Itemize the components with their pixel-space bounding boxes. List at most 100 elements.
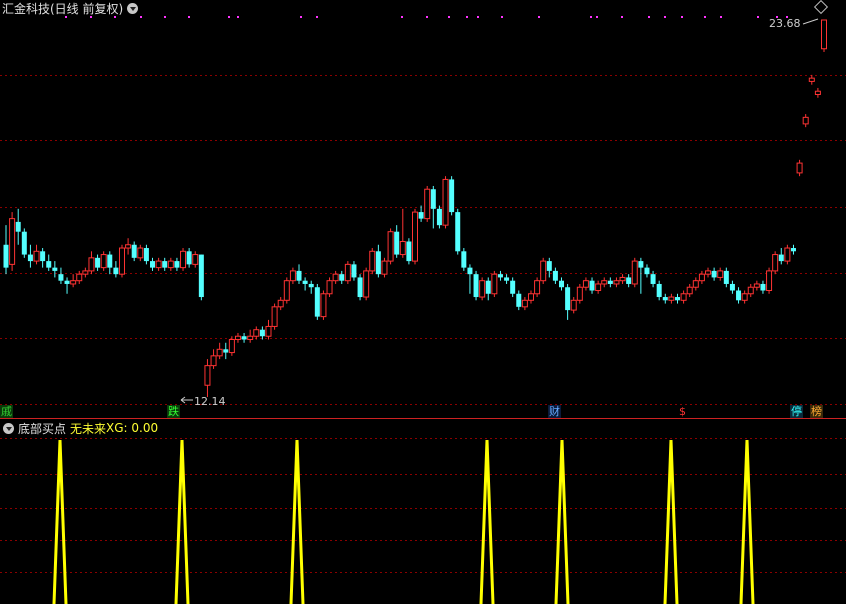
candle-body-up (271, 306, 278, 327)
candle-body-down (174, 261, 180, 268)
candle-body-down (351, 264, 357, 278)
candle-body-up (283, 280, 290, 301)
candle-body-up (619, 276, 626, 282)
candle-body-down (644, 267, 650, 275)
candle-body-up (717, 270, 724, 278)
candle-body-up (821, 19, 827, 50)
signal-dot (648, 16, 650, 18)
signal-dot (316, 16, 318, 18)
candle-body-up (534, 280, 541, 295)
candle-body-up (332, 273, 339, 282)
candle-body-down (15, 221, 21, 232)
indicator-name[interactable]: 底部买点 (18, 420, 66, 437)
signal-dot (757, 16, 759, 18)
candle-body-up (180, 250, 187, 269)
candle-body-up (234, 335, 241, 341)
candle-body-up (796, 162, 803, 174)
candle-body-up (70, 280, 77, 285)
candle-body-up (76, 273, 83, 282)
chart-canvas[interactable] (0, 0, 846, 604)
candle-body-down (790, 248, 796, 252)
candle-body-up (381, 260, 388, 275)
candle-body-down (607, 280, 613, 284)
candle-body-up (155, 260, 162, 269)
candle-body-down (674, 297, 680, 301)
candle-body-up (228, 339, 235, 354)
chevron-down-icon[interactable] (127, 2, 139, 14)
candle-body-down (552, 270, 558, 281)
candle-body-down (497, 274, 503, 278)
candle-body-down (449, 179, 455, 213)
signal-dot (621, 16, 623, 18)
high-price-label: 23.68 (769, 17, 801, 30)
candle-body-up (747, 286, 754, 295)
candle-body-up (802, 116, 809, 125)
candle-body-up (289, 270, 296, 282)
candle-body-down (436, 208, 442, 226)
signal-dot (426, 16, 428, 18)
candle-body-down (504, 277, 510, 281)
candle-body-up (613, 280, 620, 285)
candle-body-down (650, 274, 656, 284)
event-marker-ting[interactable]: 停 (790, 405, 803, 418)
candle-body-down (638, 261, 644, 268)
chevron-down-icon[interactable] (3, 422, 14, 434)
event-marker-bang[interactable]: 榜 (810, 405, 823, 418)
candle-body-up (320, 293, 327, 318)
candle-body-up (253, 329, 260, 337)
candle-body-up (631, 260, 638, 285)
candle-body-down (131, 244, 137, 258)
candle-body-down (40, 251, 46, 262)
candle-body-down (430, 189, 436, 209)
event-marker-cai[interactable]: 财 (548, 405, 561, 418)
signal-dot (590, 16, 592, 18)
signal-dot (228, 16, 230, 18)
stock-chart[interactable]: 汇金科技(日线 前复权) 23.68 12.14 戚 跌 财 $ 停 榜 底部买… (0, 0, 846, 604)
signal-dot (448, 16, 450, 18)
candle-body-down (296, 270, 302, 281)
candle-body-down (394, 231, 400, 255)
candle-body-down (223, 349, 229, 353)
signal-dot (466, 16, 468, 18)
candle-body-up (784, 247, 791, 262)
signal-dot (401, 16, 403, 18)
candle-body-down (3, 244, 9, 268)
candle-body-up (521, 299, 528, 308)
candle-body-down (656, 283, 662, 298)
candle-body-up (705, 270, 712, 275)
candle-body-up (9, 218, 16, 265)
candle-body-up (204, 365, 211, 386)
candle-body-up (326, 280, 333, 295)
candle-body-down (626, 277, 632, 284)
candle-body-down (259, 329, 265, 337)
candle-body-up (808, 77, 815, 82)
candle-body-up (692, 280, 699, 288)
candle-body-down (662, 297, 668, 301)
event-marker-die[interactable]: 跌 (167, 405, 180, 418)
candle-body-up (210, 355, 217, 367)
candle-body-down (778, 254, 784, 262)
candle-body-down (467, 267, 473, 275)
candle-body-up (595, 283, 602, 291)
signal-dot (164, 16, 166, 18)
candle-body-up (772, 254, 779, 272)
event-marker-dollar[interactable]: $ (678, 405, 687, 418)
signal-dot (720, 16, 722, 18)
event-marker-wei[interactable]: 戚 (0, 405, 13, 418)
candle-body-down (314, 287, 320, 317)
candle-body-down (357, 277, 363, 298)
candle-body-down (107, 254, 113, 268)
signal-dot (501, 16, 503, 18)
candle-body-up (442, 178, 449, 226)
signal-dot (300, 16, 302, 18)
candle-body-down (729, 283, 735, 291)
candle-body-up (479, 280, 486, 298)
candle-body-down (150, 261, 156, 268)
candle-body-down (308, 283, 314, 288)
candle-body-down (52, 267, 58, 271)
candle-body-down (143, 248, 149, 262)
candle-body-up (680, 293, 687, 301)
candle-body-up (100, 254, 107, 269)
candle-body-down (485, 280, 491, 294)
candle-body-up (387, 231, 394, 262)
